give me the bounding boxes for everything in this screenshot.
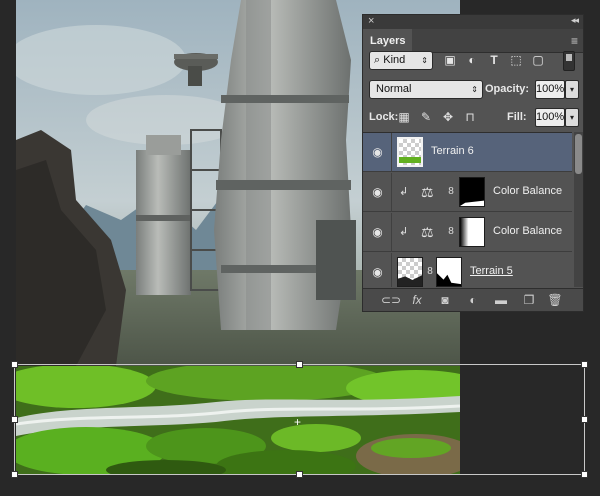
layer-name[interactable]: Terrain 5: [470, 265, 513, 277]
layer-thumbnail[interactable]: [397, 137, 423, 167]
link-icon[interactable]: 8: [426, 265, 434, 279]
layer-name[interactable]: Color Balance: [493, 225, 562, 237]
transform-handle-middle-right[interactable]: [581, 416, 588, 423]
lock-image-pixels-icon[interactable]: ✎: [419, 110, 433, 124]
fill-label: Fill:: [507, 111, 527, 123]
transform-handle-top-left[interactable]: [11, 361, 18, 368]
panel-menu-icon[interactable]: ≡: [571, 34, 578, 48]
blend-row: Normal ⇕ Opacity: 100% ▾: [367, 80, 581, 100]
layer-row-terrain-6[interactable]: ◉ Terrain 6: [363, 133, 572, 172]
shape-filter-icon[interactable]: ⬚: [509, 53, 523, 67]
collapse-panel-icon[interactable]: ◂◂: [571, 15, 579, 26]
type-filter-icon[interactable]: T: [487, 53, 501, 67]
transform-center-point[interactable]: +: [294, 416, 301, 428]
moss-thumbnail-strip: [399, 157, 421, 163]
blend-mode-value: Normal: [376, 83, 412, 95]
panel-titlebar[interactable]: × ◂◂: [363, 15, 583, 29]
chevron-updown-icon: ⇕: [471, 85, 478, 94]
mask-thumbnail[interactable]: [459, 177, 485, 207]
visibility-divider: [391, 213, 392, 252]
adjustment-filter-icon[interactable]: ◐: [465, 53, 479, 67]
layers-bottom-bar: ⊂⊃ fx ◙ ◐ ▬ ❐ 🗑: [363, 288, 583, 311]
chevron-updown-icon: ⇕: [421, 56, 428, 65]
transform-handle-top-center[interactable]: [296, 361, 303, 368]
layer-name[interactable]: Color Balance: [493, 185, 562, 197]
filter-row: ⌕ Kind ⇕ ▣ ◐ T ⬚ ▢: [367, 51, 581, 73]
add-mask-icon[interactable]: ◙: [437, 293, 453, 307]
eye-icon[interactable]: ◉: [371, 186, 384, 199]
layers-scrollbar[interactable]: [574, 132, 583, 287]
opacity-label: Opacity:: [485, 83, 530, 95]
clipping-arrow-icon: ↲: [399, 186, 409, 198]
lock-position-icon[interactable]: ✥: [441, 110, 455, 124]
mask-white-corner: [460, 200, 484, 206]
kind-label: Kind: [383, 54, 406, 66]
fx-icon[interactable]: fx: [409, 293, 425, 307]
balance-scale-icon: ⚖: [421, 224, 434, 240]
layer-row-terrain-5[interactable]: ◉ 8 Terrain 5: [363, 253, 572, 287]
transform-handle-bottom-center[interactable]: [296, 471, 303, 478]
filter-toggle-switch[interactable]: [563, 51, 575, 71]
lock-label: Lock:: [369, 111, 399, 123]
lock-all-icon[interactable]: ⊓: [463, 110, 477, 124]
search-icon: ⌕: [374, 54, 381, 66]
close-icon[interactable]: ×: [368, 15, 374, 27]
fill-input[interactable]: 100%: [535, 108, 565, 127]
eye-icon[interactable]: ◉: [371, 266, 384, 279]
delete-icon[interactable]: 🗑: [547, 293, 563, 307]
tab-layers[interactable]: Layers: [363, 29, 413, 53]
lock-transparent-pixels-icon[interactable]: ▦: [397, 110, 411, 124]
transform-handle-bottom-right[interactable]: [581, 471, 588, 478]
image-filter-icon[interactable]: ▣: [443, 53, 457, 67]
opacity-input[interactable]: 100%: [535, 80, 565, 99]
visibility-divider: [391, 253, 392, 287]
new-layer-icon[interactable]: ❐: [521, 293, 537, 307]
transform-handle-top-right[interactable]: [581, 361, 588, 368]
mask-black-shape: [437, 273, 461, 286]
blend-mode-select[interactable]: Normal ⇕: [369, 80, 483, 99]
balance-scale-icon: ⚖: [421, 184, 434, 200]
visibility-divider: [391, 173, 392, 212]
layer-row-color-balance[interactable]: ◉ ↲ ⚖ 8 Color Balance: [363, 173, 572, 212]
link-layers-icon[interactable]: ⊂⊃: [381, 293, 401, 307]
adjustment-layer-icon[interactable]: ◐: [465, 293, 481, 307]
clipping-arrow-icon: ↲: [399, 226, 409, 238]
transform-handle-bottom-left[interactable]: [11, 471, 18, 478]
mask-thumbnail[interactable]: [459, 217, 485, 247]
layers-panel: × ◂◂ Layers ≡ ⌕ Kind ⇕ ▣ ◐ T ⬚ ▢ Normal …: [362, 14, 584, 312]
mask-thumbnail[interactable]: [436, 257, 462, 287]
opacity-dropdown-icon[interactable]: ▾: [565, 80, 579, 99]
layer-row-color-balance[interactable]: ◉ ↲ ⚖ 8 Color Balance: [363, 213, 572, 252]
lock-row: Lock: ▦ ✎ ✥ ⊓ Fill: 100% ▾: [367, 108, 581, 128]
new-group-icon[interactable]: ▬: [493, 293, 509, 307]
terrain-thumbnail-shape: [398, 275, 422, 286]
layer-name[interactable]: Terrain 6: [431, 145, 474, 157]
eye-icon[interactable]: ◉: [371, 146, 384, 159]
fill-dropdown-icon[interactable]: ▾: [565, 108, 579, 127]
panel-tabbar: Layers ≡: [363, 29, 583, 53]
visibility-divider: [391, 133, 392, 172]
layer-thumbnail[interactable]: [397, 257, 423, 287]
smart-object-filter-icon[interactable]: ▢: [531, 53, 545, 67]
eye-icon[interactable]: ◉: [371, 226, 384, 239]
kind-filter-select[interactable]: ⌕ Kind ⇕: [369, 51, 433, 70]
scrollbar-thumb[interactable]: [575, 134, 582, 174]
link-icon[interactable]: 8: [447, 185, 455, 199]
link-icon[interactable]: 8: [447, 225, 455, 239]
transform-handle-middle-left[interactable]: [11, 416, 18, 423]
layers-list: ◉ Terrain 6 ◉ ↲ ⚖ 8 Color Balance ◉ ↲ ⚖ …: [363, 132, 572, 287]
